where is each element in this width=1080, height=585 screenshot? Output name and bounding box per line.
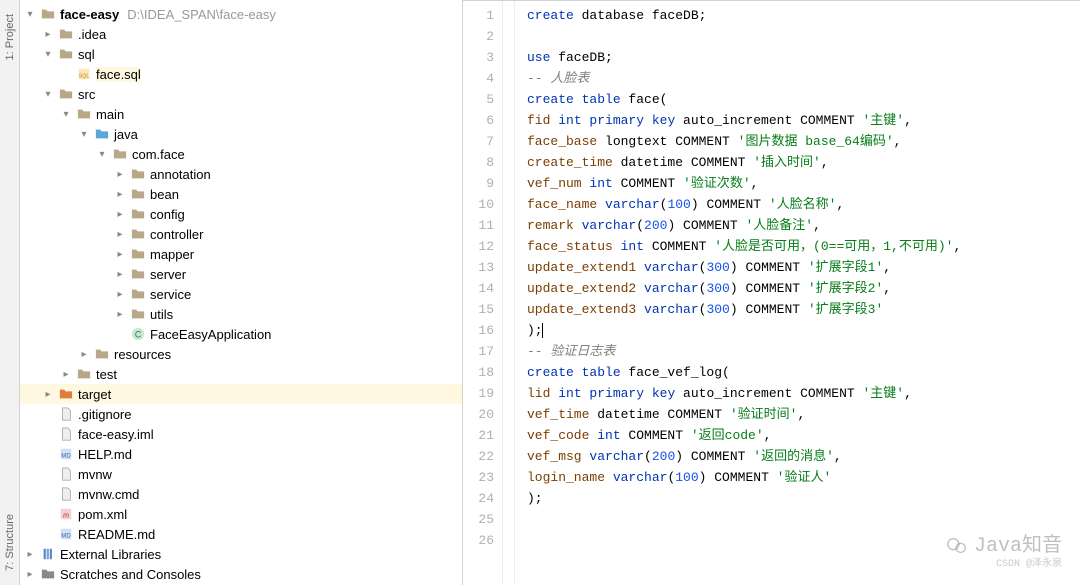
lib-icon bbox=[40, 546, 56, 562]
svg-text:m: m bbox=[63, 513, 69, 520]
tree-item[interactable]: MDHELP.md bbox=[20, 444, 462, 464]
editor-panel: 1234567891011121314151617181920212223242… bbox=[463, 0, 1080, 585]
tree-item[interactable]: mpom.xml bbox=[20, 504, 462, 524]
tree-item[interactable]: ▸resources bbox=[20, 344, 462, 364]
pkg-icon bbox=[112, 146, 128, 162]
pkg-icon bbox=[130, 286, 146, 302]
dir-icon bbox=[58, 86, 74, 102]
tool-window-bar: 1: Project 7: Structure bbox=[0, 0, 20, 585]
tree-item[interactable]: ▸server bbox=[20, 264, 462, 284]
dir-blue-icon bbox=[94, 126, 110, 142]
tree-item[interactable]: ▾sql bbox=[20, 44, 462, 64]
tree-item[interactable]: ▸.idea bbox=[20, 24, 462, 44]
code-editor[interactable]: 1234567891011121314151617181920212223242… bbox=[463, 1, 1080, 585]
structure-tool-tab[interactable]: 7: Structure bbox=[2, 508, 18, 577]
scr-icon bbox=[40, 566, 56, 582]
dir-orange-icon bbox=[58, 386, 74, 402]
tree-item[interactable]: ▸mapper bbox=[20, 244, 462, 264]
dir-icon bbox=[58, 46, 74, 62]
pkg-icon bbox=[130, 226, 146, 242]
tree-item[interactable]: face-easy.iml bbox=[20, 424, 462, 444]
tree-root[interactable]: ▾face-easyD:\IDEA_SPAN\face-easy bbox=[20, 4, 462, 24]
tree-item[interactable]: mvnw bbox=[20, 464, 462, 484]
tree-item[interactable]: ▸bean bbox=[20, 184, 462, 204]
tree-item[interactable]: ▸External Libraries bbox=[20, 544, 462, 564]
tree-item[interactable]: CFaceEasyApplication bbox=[20, 324, 462, 344]
mvn-icon: m bbox=[58, 506, 74, 522]
folder-icon bbox=[40, 6, 56, 22]
code-content[interactable]: create database faceDB; use faceDB;-- 人脸… bbox=[515, 1, 961, 585]
tree-item[interactable]: ▸annotation bbox=[20, 164, 462, 184]
line-gutter: 1234567891011121314151617181920212223242… bbox=[463, 1, 503, 585]
tree-item[interactable]: mvnw.cmd bbox=[20, 484, 462, 504]
svg-text:MD: MD bbox=[61, 453, 71, 460]
cls-icon: C bbox=[130, 326, 146, 342]
dir-icon bbox=[76, 106, 92, 122]
pkg-icon bbox=[130, 266, 146, 282]
file-icon bbox=[58, 466, 74, 482]
tree-item[interactable]: ▸Scratches and Consoles bbox=[20, 564, 462, 584]
project-tree[interactable]: ▾face-easyD:\IDEA_SPAN\face-easy▸.idea▾s… bbox=[20, 0, 462, 585]
md-icon: MD bbox=[58, 446, 74, 462]
wechat-icon bbox=[946, 535, 968, 557]
dir-dot-icon bbox=[58, 26, 74, 42]
svg-text:MD: MD bbox=[61, 533, 71, 540]
pkg-icon bbox=[130, 166, 146, 182]
tree-item[interactable]: ▸service bbox=[20, 284, 462, 304]
svg-text:C: C bbox=[135, 330, 141, 340]
fold-column[interactable] bbox=[503, 1, 515, 585]
pkg-icon bbox=[130, 246, 146, 262]
file-icon bbox=[58, 406, 74, 422]
md-icon: MD bbox=[58, 526, 74, 542]
pkg-icon bbox=[130, 186, 146, 202]
tree-item[interactable]: ▾main bbox=[20, 104, 462, 124]
tree-item[interactable]: ▸config bbox=[20, 204, 462, 224]
tree-item[interactable]: ▸target bbox=[20, 384, 462, 404]
dir-icon bbox=[76, 366, 92, 382]
tree-item[interactable]: SQLface.sql bbox=[20, 64, 462, 84]
tree-item[interactable]: ▸utils bbox=[20, 304, 462, 324]
res-icon bbox=[94, 346, 110, 362]
pkg-icon bbox=[130, 206, 146, 222]
watermark-sub: CSDN @泽永泉 bbox=[996, 554, 1062, 575]
project-tool-tab[interactable]: 1: Project bbox=[2, 8, 18, 66]
tree-item[interactable]: ▸test bbox=[20, 364, 462, 384]
file-icon bbox=[58, 426, 74, 442]
tree-item[interactable]: ▾src bbox=[20, 84, 462, 104]
tree-item[interactable]: ▾java bbox=[20, 124, 462, 144]
svg-text:SQL: SQL bbox=[79, 74, 90, 80]
file-icon bbox=[58, 486, 74, 502]
project-tree-panel: ▾face-easyD:\IDEA_SPAN\face-easy▸.idea▾s… bbox=[20, 0, 463, 585]
tree-item[interactable]: ▸controller bbox=[20, 224, 462, 244]
pkg-icon bbox=[130, 306, 146, 322]
tree-item[interactable]: ▾com.face bbox=[20, 144, 462, 164]
tree-item[interactable]: MDREADME.md bbox=[20, 524, 462, 544]
ide-window: 1: Project 7: Structure ▾face-easyD:\IDE… bbox=[0, 0, 1080, 585]
tree-item[interactable]: .gitignore bbox=[20, 404, 462, 424]
sql-icon: SQL bbox=[76, 66, 92, 82]
